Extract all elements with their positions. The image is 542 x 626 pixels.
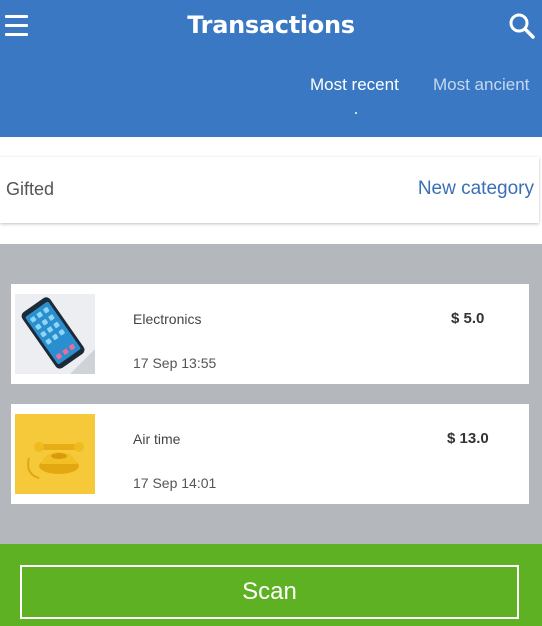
- transaction-row[interactable]: Electronics $ 5.0 17 Sep 13:55: [11, 284, 529, 384]
- smartphone-photo: [15, 294, 95, 374]
- active-tab-indicator: [355, 112, 357, 114]
- category-label: Gifted: [6, 179, 55, 199]
- transaction-amount: $ 13.0: [447, 430, 489, 447]
- footer-bar: Scan: [0, 544, 542, 626]
- transaction-name: Air time: [133, 431, 181, 447]
- scan-button[interactable]: Scan: [20, 565, 519, 619]
- transaction-date: 17 Sep 13:55: [133, 355, 217, 371]
- app-header: Transactions Most recent Most ancient: [0, 0, 542, 137]
- page-title: Transactions: [187, 11, 355, 39]
- search-icon[interactable]: [508, 12, 536, 40]
- transaction-row[interactable]: Air time $ 13.0 17 Sep 14:01: [11, 404, 529, 504]
- new-category-link[interactable]: New category: [418, 178, 534, 200]
- transaction-date: 17 Sep 14:01: [133, 475, 217, 491]
- transaction-name: Electronics: [133, 311, 202, 327]
- transaction-amount: $ 5.0: [451, 310, 485, 327]
- category-card: Gifted New category: [0, 157, 539, 223]
- transaction-list: Electronics $ 5.0 17 Sep 13:55 Air time …: [0, 244, 542, 544]
- tab-most-recent[interactable]: Most recent: [310, 75, 399, 95]
- tab-most-ancient[interactable]: Most ancient: [433, 75, 529, 95]
- telephone-photo: [15, 414, 95, 494]
